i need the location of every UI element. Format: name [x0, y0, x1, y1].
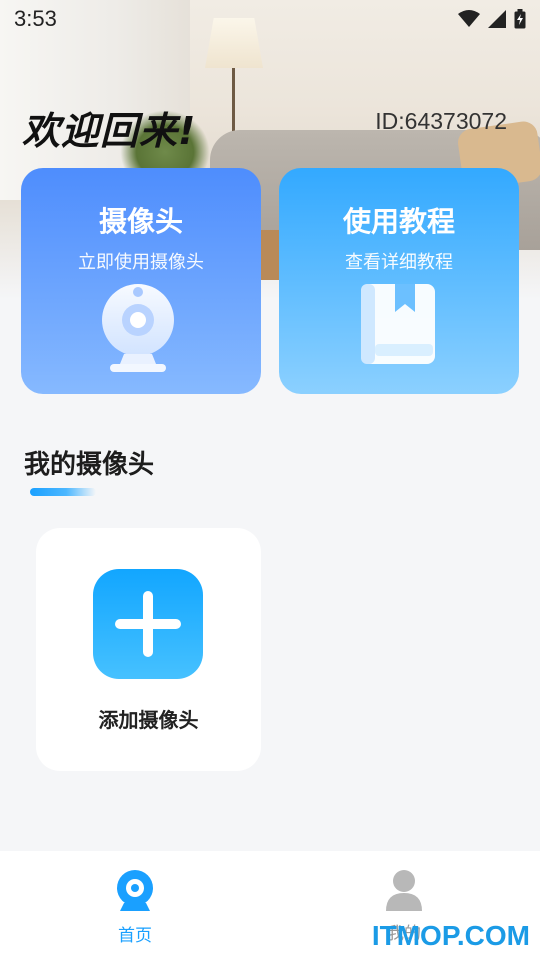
section-underline — [30, 488, 96, 496]
watermark: ITMOP.COM — [371, 920, 530, 951]
webcam-icon — [102, 284, 174, 372]
status-icons — [458, 9, 526, 29]
user-icon — [386, 870, 422, 911]
add-camera-button[interactable] — [93, 569, 203, 679]
my-cameras-heading: 我的摄像头 — [24, 450, 155, 480]
camera-card[interactable]: 摄像头 立即使用摄像头 — [21, 168, 261, 394]
welcome-heading: 欢迎回来! — [22, 109, 197, 153]
tab-home[interactable]: 首页 — [85, 869, 185, 946]
cell-signal-icon — [488, 10, 506, 28]
wifi-icon — [458, 10, 480, 27]
add-camera-card[interactable]: 添加摄像头 — [36, 528, 261, 771]
tab-home-label: 首页 — [118, 926, 152, 946]
tutorial-card-title: 使用教程 — [342, 205, 455, 238]
add-camera-label: 添加摄像头 — [98, 708, 199, 732]
tutorial-card[interactable]: 使用教程 查看详细教程 — [279, 168, 519, 394]
plus-icon — [115, 591, 181, 657]
status-bar: 3:53 — [0, 0, 540, 38]
camera-card-title: 摄像头 — [98, 205, 183, 238]
battery-charging-icon — [514, 9, 526, 29]
book-icon — [361, 284, 435, 364]
user-id: ID:64373072 — [375, 108, 507, 134]
status-time: 3:53 — [14, 6, 57, 31]
camera-card-subtitle: 立即使用摄像头 — [78, 252, 204, 273]
home-camera-icon — [117, 870, 153, 911]
tutorial-card-subtitle: 查看详细教程 — [345, 252, 453, 273]
